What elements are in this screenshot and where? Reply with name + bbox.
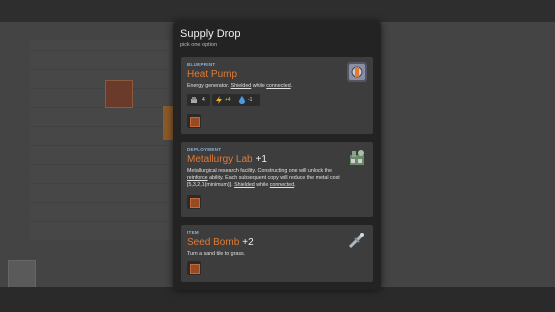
card-title-text: Heat Pump	[187, 69, 238, 80]
card-title: Heat Pump	[187, 69, 237, 80]
card-description: Energy generator. Shielded while connect…	[187, 83, 292, 90]
keyword-shielded[interactable]: Shielded	[234, 182, 255, 188]
seed-bomb-icon	[348, 232, 365, 249]
cost-stat: 4	[187, 94, 210, 106]
keyword-connected[interactable]: connected	[270, 182, 294, 188]
energy-value: +4	[225, 97, 231, 103]
desc-text: .	[290, 83, 293, 89]
card-title: Metallurgy Lab +1	[187, 154, 267, 165]
card-badge	[187, 261, 201, 275]
card-tag: BLUEPRINT	[187, 62, 216, 67]
card-count: +1	[255, 154, 267, 165]
inventory-slot	[8, 260, 36, 288]
card-tag: DEPLOYMENT	[187, 147, 222, 152]
card-title-text: Metallurgy Lab	[187, 154, 253, 165]
dialog-title: Supply Drop	[180, 28, 241, 40]
heat-pump-icon	[347, 62, 367, 82]
card-title: Seed Bomb +2	[187, 237, 254, 248]
desc-text: .	[294, 182, 296, 188]
cost-value: 4	[202, 97, 205, 103]
keyword-connected[interactable]: connected	[266, 83, 290, 89]
card-count: +2	[242, 237, 254, 248]
card-description: Metallurgical research facility. Constru…	[187, 168, 349, 189]
desc-text: Metallurgical research facility. Constru…	[187, 168, 333, 174]
top-resource-bar	[0, 0, 555, 22]
desc-text: while	[251, 83, 267, 89]
map-tile	[105, 80, 133, 108]
map-structure	[163, 106, 173, 140]
option-card-metallurgy-lab[interactable]: DEPLOYMENT Metallurgy Lab +1 Metallurgica…	[181, 142, 373, 217]
bottom-bar	[0, 287, 555, 312]
dialog-subtitle: pick one option	[180, 42, 217, 48]
output-stats: +4 -1	[212, 94, 260, 106]
keyword-reinforce[interactable]: reinforce	[187, 175, 208, 181]
option-card-seed-bomb[interactable]: ITEM Seed Bomb +2 Turn a sand tile to gra…	[181, 225, 373, 282]
metal-icon	[191, 97, 197, 103]
card-tag: ITEM	[187, 230, 199, 235]
water-icon	[239, 96, 245, 104]
map-grid	[30, 40, 170, 240]
card-title-text: Seed Bomb	[187, 237, 240, 248]
keyword-shielded[interactable]: Shielded	[231, 83, 252, 89]
option-card-heat-pump[interactable]: BLUEPRINT Heat Pump Energy generator. Sh…	[181, 57, 373, 134]
supply-drop-dialog: Supply Drop pick one option BLUEPRINT He…	[173, 22, 381, 290]
desc-text: while	[254, 182, 270, 188]
desc-text: Energy generator.	[187, 83, 231, 89]
card-badge	[187, 114, 201, 128]
card-description: Turn a sand tile to grass.	[187, 251, 246, 257]
card-badge	[187, 195, 201, 209]
metallurgy-lab-icon	[350, 150, 364, 165]
energy-icon	[216, 96, 222, 104]
water-value: -1	[248, 97, 253, 103]
